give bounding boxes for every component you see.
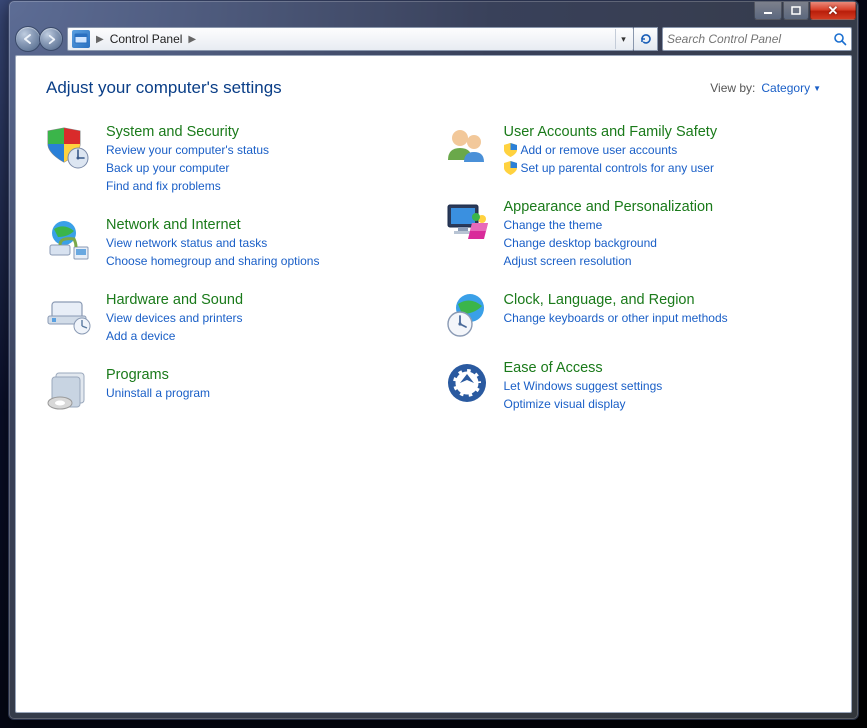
view-by-label: View by: [710, 81, 755, 95]
sublink[interactable]: Review your computer's status [106, 141, 269, 159]
right-column: User Accounts and Family Safety Add or r… [444, 124, 822, 435]
close-button[interactable]: ✕ [810, 2, 856, 20]
sublink[interactable]: View network status and tasks [106, 234, 319, 252]
uac-shield-icon [504, 143, 517, 157]
forward-button[interactable] [39, 27, 63, 51]
maximize-button[interactable] [783, 2, 809, 20]
sublink[interactable]: Find and fix problems [106, 177, 269, 195]
view-by-dropdown[interactable]: Category ▼ [761, 81, 821, 95]
chevron-down-icon: ▼ [813, 84, 821, 93]
address-bar: ▶ Control Panel ▶ ▾ [9, 23, 858, 55]
sublink[interactable]: Back up your computer [106, 159, 269, 177]
sublink[interactable]: Adjust screen resolution [504, 252, 714, 270]
category-user-accounts: User Accounts and Family Safety Add or r… [444, 124, 822, 177]
sublink[interactable]: Add a device [106, 327, 243, 345]
sublink[interactable]: Choose homegroup and sharing options [106, 252, 319, 270]
top-row: Adjust your computer's settings View by:… [46, 78, 821, 98]
sublink[interactable]: Change the theme [504, 216, 714, 234]
category-title[interactable]: Programs [106, 367, 210, 383]
breadcrumb-wrap: ▶ Control Panel ▶ ▾ [67, 27, 658, 51]
minimize-button[interactable] [754, 2, 782, 20]
breadcrumb[interactable]: ▶ Control Panel ▶ ▾ [67, 27, 634, 51]
sublink[interactable]: Change keyboards or other input methods [504, 309, 728, 327]
category-title[interactable]: User Accounts and Family Safety [504, 124, 718, 140]
search-box[interactable] [662, 27, 852, 51]
sublink[interactable]: View devices and printers [106, 309, 243, 327]
uac-shield-icon [504, 161, 517, 175]
sublink[interactable]: Uninstall a program [106, 384, 210, 402]
category-system-security: System and Security Review your computer… [46, 124, 424, 195]
category-title[interactable]: System and Security [106, 124, 269, 140]
ease-of-access-icon[interactable] [444, 360, 490, 406]
categories: System and Security Review your computer… [46, 124, 821, 435]
system-security-icon[interactable] [46, 124, 92, 170]
category-hardware-sound: Hardware and Sound View devices and prin… [46, 292, 424, 345]
programs-icon[interactable] [46, 367, 92, 413]
sublink[interactable]: Let Windows suggest settings [504, 377, 663, 395]
breadcrumb-history-dropdown[interactable]: ▾ [615, 29, 631, 49]
category-title[interactable]: Clock, Language, and Region [504, 292, 728, 308]
appearance-icon[interactable] [444, 199, 490, 245]
breadcrumb-sep-icon: ▶ [184, 34, 200, 45]
hardware-sound-icon[interactable] [46, 292, 92, 338]
search-icon[interactable] [833, 32, 847, 46]
category-clock-language: Clock, Language, and Region Change keybo… [444, 292, 822, 338]
sublink[interactable]: Optimize visual display [504, 395, 663, 413]
sublink[interactable]: Add or remove user accounts [504, 141, 718, 159]
network-internet-icon[interactable] [46, 217, 92, 263]
clock-language-icon[interactable] [444, 292, 490, 338]
left-column: System and Security Review your computer… [46, 124, 424, 435]
view-by-value: Category [761, 81, 810, 95]
category-title[interactable]: Hardware and Sound [106, 292, 243, 308]
category-network-internet: Network and Internet View network status… [46, 217, 424, 270]
category-title[interactable]: Ease of Access [504, 360, 663, 376]
category-programs: Programs Uninstall a program [46, 367, 424, 413]
search-input[interactable] [667, 32, 833, 46]
nav-buttons [15, 26, 63, 52]
refresh-button[interactable] [634, 27, 658, 51]
back-button[interactable] [15, 26, 41, 52]
content-area: Adjust your computer's settings View by:… [15, 55, 852, 713]
breadcrumb-end: ▾ [615, 29, 631, 49]
category-title[interactable]: Network and Internet [106, 217, 319, 233]
control-panel-icon [72, 30, 90, 48]
breadcrumb-root[interactable]: Control Panel [108, 32, 185, 46]
category-ease-of-access: Ease of Access Let Windows suggest setti… [444, 360, 822, 413]
category-appearance: Appearance and Personalization Change th… [444, 199, 822, 270]
page-title: Adjust your computer's settings [46, 78, 282, 98]
sublink[interactable]: Set up parental controls for any user [504, 159, 718, 177]
category-title[interactable]: Appearance and Personalization [504, 199, 714, 215]
explorer-window: ✕ ▶ Control Panel ▶ ▾ [8, 0, 859, 720]
sublink[interactable]: Change desktop background [504, 234, 714, 252]
user-accounts-icon[interactable] [444, 124, 490, 170]
breadcrumb-sep-icon: ▶ [92, 34, 108, 45]
titlebar: ✕ [9, 1, 858, 23]
view-by: View by: Category ▼ [710, 81, 821, 95]
